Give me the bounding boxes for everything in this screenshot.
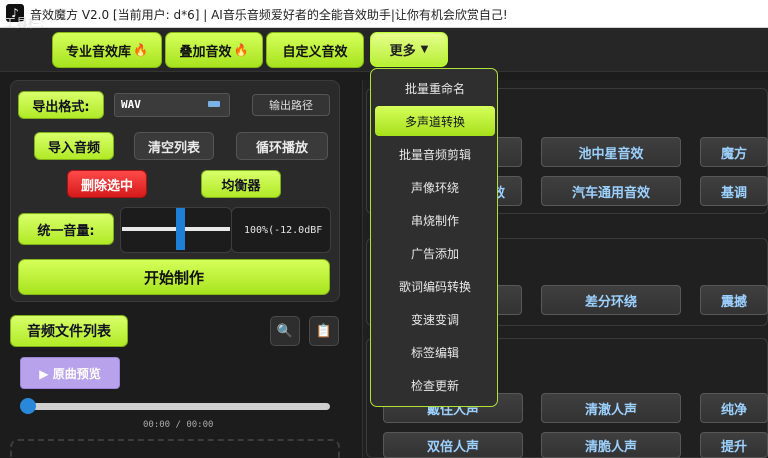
start-production-button[interactable]: 开始制作: [18, 259, 330, 295]
audio-file-list-title: 音频文件列表: [10, 315, 128, 347]
effect-button[interactable]: 双倍人声: [383, 432, 523, 458]
fire-icon: 🔥: [133, 43, 148, 57]
audio-file-list[interactable]: [10, 439, 340, 458]
effect-button[interactable]: 清脆人声: [541, 432, 681, 458]
effect-button[interactable]: 纯净: [700, 393, 768, 423]
effect-button[interactable]: 清澈人声: [541, 393, 681, 423]
search-icon[interactable]: 🔍: [270, 316, 300, 346]
playback-time: 00:00 / 00:00: [143, 420, 214, 430]
pro-effects-library-label: 专业音效库: [66, 44, 132, 60]
overlay-effects-button[interactable]: 叠加音效 🔥: [165, 32, 263, 68]
format-dropdown-icon[interactable]: [208, 101, 220, 107]
menu-item-medley-maker[interactable]: 串烧制作: [375, 205, 495, 235]
effect-button[interactable]: 基调: [700, 176, 768, 206]
effect-button[interactable]: 提升: [700, 432, 768, 458]
equalizer-button[interactable]: 均衡器: [201, 170, 281, 198]
effect-button[interactable]: 震撼: [700, 285, 768, 315]
clear-list-button[interactable]: 清空列表: [134, 132, 214, 160]
effect-button[interactable]: 池中星音效: [541, 137, 681, 167]
pro-effects-library-button[interactable]: 专业音效库 🔥: [52, 32, 162, 68]
menu-item-multichannel-convert[interactable]: 多声道转换: [375, 106, 495, 136]
volume-readout: 100%(-12.0dBF: [231, 207, 331, 253]
menu-item-check-update[interactable]: 检查更新: [375, 370, 495, 400]
loop-play-button[interactable]: 循环播放: [236, 132, 328, 160]
menu-item-speed-pitch[interactable]: 变速变调: [375, 304, 495, 334]
menu-item-panning-surround[interactable]: 声像环绕: [375, 172, 495, 202]
effect-button[interactable]: 汽车通用音效: [541, 176, 681, 206]
export-format-label: 导出格式:: [18, 91, 104, 119]
menu-item-lyrics-encoding[interactable]: 歌词编码转换: [375, 271, 495, 301]
dropdown-arrow-icon: ▼: [420, 44, 429, 55]
menu-item-batch-audio-cut[interactable]: 批量音频剪辑: [375, 139, 495, 169]
menu-item-batch-rename[interactable]: 批量重命名: [375, 73, 495, 103]
window-title: 音效魔方 V2.0 [当前用户: d*6] | AI音乐音频爱好者的全能音效助手…: [30, 8, 508, 22]
fire-icon: 🔥: [233, 43, 249, 57]
delete-selected-button[interactable]: 删除选中: [67, 170, 147, 198]
clipboard-icon[interactable]: 📋: [309, 316, 339, 346]
custom-effects-button[interactable]: 自定义音效: [266, 32, 364, 68]
toolbar-label: 工具栏:: [4, 16, 45, 30]
output-path-button[interactable]: 输出路径: [252, 94, 330, 116]
original-preview-button[interactable]: ▶ 原曲预览: [20, 357, 120, 389]
playback-progress-bar[interactable]: [26, 403, 330, 410]
volume-slider-handle[interactable]: [176, 208, 185, 250]
overlay-effects-label: 叠加音效: [179, 44, 232, 60]
effect-button[interactable]: 魔方: [700, 137, 768, 167]
menu-item-tag-editor[interactable]: 标签编辑: [375, 337, 495, 367]
menu-item-ad-insert[interactable]: 广告添加: [375, 238, 495, 268]
more-label: 更多: [389, 44, 416, 59]
more-button[interactable]: 更多 ▼: [370, 32, 448, 67]
unified-volume-label: 统一音量:: [18, 213, 114, 245]
effect-button[interactable]: 差分环绕: [541, 285, 681, 315]
playback-progress-handle[interactable]: [20, 398, 36, 414]
import-audio-button[interactable]: 导入音频: [34, 132, 114, 160]
